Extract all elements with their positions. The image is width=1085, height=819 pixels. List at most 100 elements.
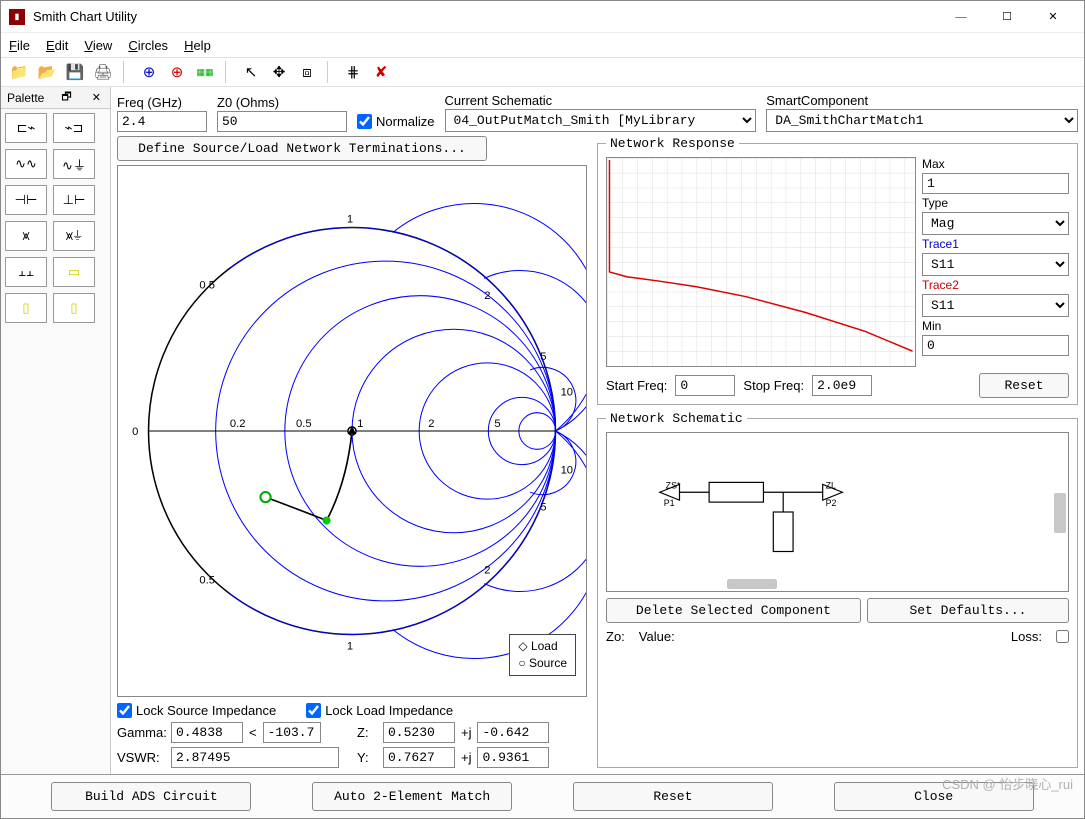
delete-component-button[interactable]: Delete Selected Component [606,598,861,623]
response-plot[interactable] [606,157,916,367]
set-defaults-button[interactable]: Set Defaults... [867,598,1069,623]
y-im-input[interactable] [477,747,549,768]
trace1-select[interactable]: S11 [922,253,1069,276]
normalize-label: Normalize [376,114,435,129]
smartcomponent-label: SmartComponent [766,93,1078,108]
define-terminations-button[interactable]: Define Source/Load Network Terminations.… [117,136,487,161]
menu-circles[interactable]: Circles [128,38,168,53]
smartcomponent-select[interactable]: DA_SmithChartMatch1 [766,109,1078,132]
reset-button[interactable]: Reset [573,782,773,811]
value-label: Value: [639,629,675,644]
svg-text:1: 1 [347,641,353,653]
lock-load-label: Lock Load Impedance [325,703,453,718]
vswr-input[interactable] [171,747,339,768]
palette-shunt-short[interactable]: ⌁⊐ [53,113,95,143]
palette-shunt-c[interactable]: ⊥⊢ [53,185,95,215]
z0-label: Z0 (Ohms) [217,95,347,110]
z-label: Z: [357,725,377,740]
network-schematic-fieldset: Network Schematic [597,411,1078,768]
palette-header: Palette 🗗 ✕ [1,87,110,109]
palette-stub-1[interactable]: ▯ [5,293,47,323]
svg-text:0.5: 0.5 [199,575,215,587]
svg-text:2: 2 [484,564,490,576]
palette-float-icon[interactable]: 🗗 [58,88,74,107]
min-label: Min [922,319,1069,333]
start-freq-input[interactable] [675,375,735,396]
palette-trl[interactable]: ⫠⫠ [5,257,47,287]
gamma-angle-input[interactable] [263,722,321,743]
svg-text:5: 5 [494,418,500,430]
response-reset-button[interactable]: Reset [979,373,1069,398]
move-icon[interactable]: ✥ [267,60,291,84]
palette-series-c[interactable]: ⊣⊢ [5,185,47,215]
palette-shunt-r[interactable]: ⩙⏚ [53,221,95,251]
z-plusj: +j [461,725,471,740]
zo-label: Zo: [606,629,625,644]
z0-input[interactable] [217,111,347,132]
palette-panel: Palette 🗗 ✕ ⊏⌁⌁⊐ ∿∿∿⏚ ⊣⊢⊥⊢ ⩙⩙⏚ ⫠⫠▭ ▯▯ [1,87,111,774]
palette-shunt-l[interactable]: ∿⏚ [53,149,95,179]
svg-text:5: 5 [540,501,546,513]
smith-blue-icon[interactable]: ⊕ [137,60,161,84]
z-im-input[interactable] [477,722,549,743]
palette-series-r[interactable]: ⩙ [5,221,47,251]
network-schematic-legend: Network Schematic [606,411,747,426]
svg-text:5: 5 [540,351,546,363]
grid-icon[interactable]: ▦▦ [193,60,217,84]
schematic-canvas[interactable]: ZS* P1 ZL P2 [606,432,1069,592]
open-icon[interactable]: 📂 [35,60,59,84]
new-icon[interactable]: 📁 [7,60,31,84]
max-label: Max [922,157,1069,171]
save-icon[interactable]: 💾 [63,60,87,84]
menu-view[interactable]: View [84,38,112,53]
lock-load-checkbox[interactable] [306,703,321,718]
svg-text:P2: P2 [826,498,837,508]
palette-shunt-open[interactable]: ⊏⌁ [5,113,47,143]
svg-text:0.5: 0.5 [199,280,215,292]
freq-input[interactable] [117,111,207,132]
menu-help[interactable]: Help [184,38,211,53]
snap-icon[interactable]: ⋕ [341,60,365,84]
auto-match-button[interactable]: Auto 2-Element Match [312,782,512,811]
palette-xfmr[interactable]: ▭ [53,257,95,287]
normalize-checkbox[interactable] [357,114,372,129]
max-input[interactable] [922,173,1069,194]
stop-freq-input[interactable] [812,375,872,396]
maximize-button[interactable]: ☐ [984,1,1030,33]
smith-legend: ◇ Load ○ Source [509,634,576,676]
palette-series-l[interactable]: ∿∿ [5,149,47,179]
minimize-button[interactable]: — [938,1,984,33]
close-window-button[interactable]: ✕ [1030,1,1076,33]
schematic-label: Current Schematic [445,93,757,108]
build-circuit-button[interactable]: Build ADS Circuit [51,782,251,811]
palette-close-icon[interactable]: ✕ [89,91,104,104]
palette-title: Palette [7,91,44,105]
schematic-select[interactable]: 04_OutPutMatch_Smith [MyLibrary [445,109,757,132]
pointer-icon[interactable]: ↖ [239,60,263,84]
svg-text:2: 2 [484,290,490,302]
trace2-select[interactable]: S11 [922,294,1069,317]
menu-edit[interactable]: Edit [46,38,68,53]
zoom-select-icon[interactable]: ⧈ [295,60,319,84]
loss-checkbox[interactable] [1056,630,1069,643]
titlebar: ▮ Smith Chart Utility — ☐ ✕ [1,1,1084,33]
toolbar: 📁 📂 💾 🖨 ⊕ ⊕ ▦▦ ↖ ✥ ⧈ ⋕ ✘ [1,57,1084,87]
schematic-scrollbar-h[interactable] [727,579,777,589]
menu-file[interactable]: File [9,38,30,53]
gamma-mag-input[interactable] [171,722,243,743]
palette-stub-2[interactable]: ▯ [53,293,95,323]
y-re-input[interactable] [383,747,455,768]
z-re-input[interactable] [383,722,455,743]
loss-label: Loss: [1011,629,1042,644]
type-label: Type [922,196,1069,210]
smith-chart[interactable]: 0 0.2 0.5 1 2 5 1 1 0.5 0.5 2 [117,165,587,697]
print-icon[interactable]: 🖨 [91,60,115,84]
schematic-scrollbar-v[interactable] [1054,493,1066,533]
type-select[interactable]: Mag [922,212,1069,235]
svg-text:0.5: 0.5 [296,418,312,430]
min-input[interactable] [922,335,1069,356]
delete-icon[interactable]: ✘ [369,60,393,84]
smith-red-icon[interactable]: ⊕ [165,60,189,84]
network-response-legend: Network Response [606,136,739,151]
lock-source-checkbox[interactable] [117,703,132,718]
